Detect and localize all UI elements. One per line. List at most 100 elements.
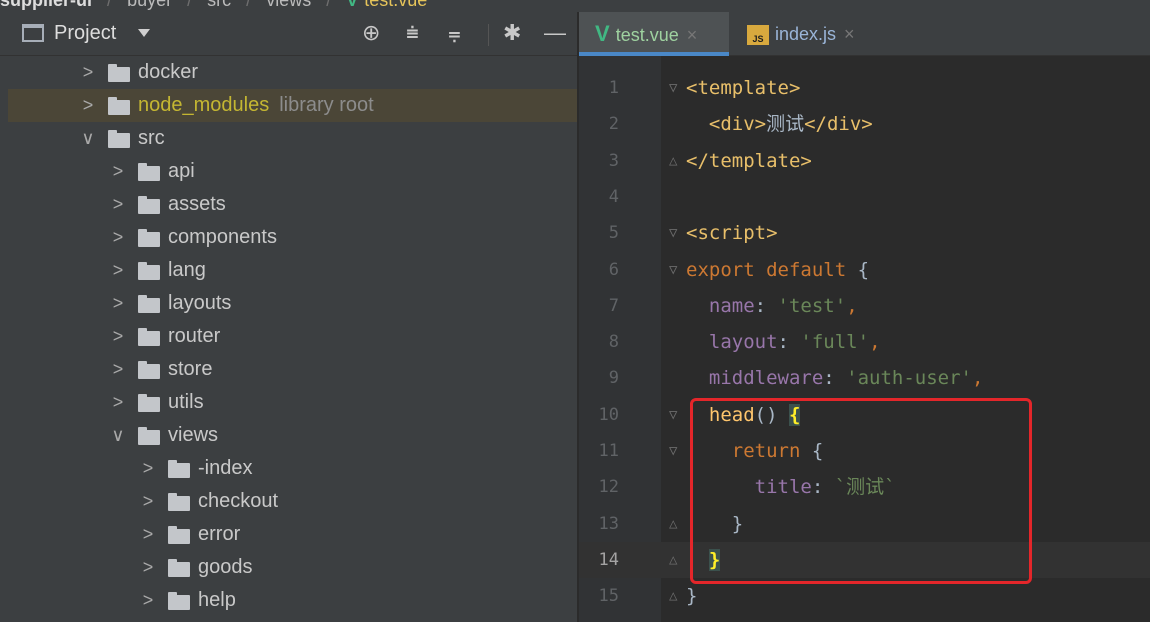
folder-icon (108, 130, 130, 148)
breadcrumb-item-project[interactable]: supplier-ui (0, 0, 92, 12)
code-token: , (972, 367, 984, 390)
folder-icon (108, 97, 130, 115)
editor-tabs: Vtest.vue × JS index.js × (579, 12, 1150, 56)
folder-icon (168, 559, 190, 577)
code-line[interactable]: 5 ▽ <script> (579, 215, 1150, 251)
breadcrumb-item-views[interactable]: views (266, 0, 311, 12)
fold-marker-icon[interactable]: ▽ (669, 215, 677, 251)
chevron-right-icon[interactable]: > (110, 386, 126, 419)
chevron-right-icon[interactable]: > (110, 254, 126, 287)
project-panel-title[interactable]: Project (54, 22, 116, 45)
fold-marker-icon[interactable]: ▽ (669, 433, 677, 469)
line-number: 13 (598, 513, 619, 534)
tree-item-api[interactable]: > api (0, 155, 577, 188)
tree-item-layouts[interactable]: > layouts (0, 287, 577, 320)
tree-item-checkout[interactable]: > checkout (0, 485, 577, 518)
fold-marker-icon[interactable]: ▽ (669, 70, 677, 106)
line-number: 9 (608, 368, 619, 389)
chevron-right-icon[interactable]: > (110, 287, 126, 320)
fold-marker-icon[interactable]: ▽ (669, 252, 677, 288)
fold-marker-icon[interactable]: △ (669, 578, 677, 614)
code-line[interactable]: 1 ▽ <template> (579, 70, 1150, 106)
tree-item--index[interactable]: > -index (0, 452, 577, 485)
tree-item-utils[interactable]: > utils (0, 386, 577, 419)
code-line[interactable]: 6 ▽ export default { (579, 252, 1150, 288)
project-tree: config >docker>node_moduleslibrary root∨… (0, 27, 577, 617)
locate-icon[interactable]: ⊕ (362, 22, 380, 44)
chevron-right-icon[interactable]: > (110, 221, 126, 254)
tree-item-label: checkout (198, 485, 278, 518)
fold-marker-icon[interactable]: △ (669, 143, 677, 179)
folder-icon (138, 361, 160, 379)
code-line[interactable]: 3 △ </template> (579, 143, 1150, 179)
chevron-right-icon[interactable]: > (140, 518, 156, 551)
tree-item-router[interactable]: > router (0, 320, 577, 353)
code-line[interactable]: 7 name: 'test', (579, 288, 1150, 324)
chevron-down-icon[interactable]: ∨ (80, 122, 96, 155)
tree-item-error[interactable]: > error (0, 518, 577, 551)
tree-item-lang[interactable]: > lang (0, 254, 577, 287)
chevron-right-icon[interactable]: > (140, 551, 156, 584)
code-token: name (708, 294, 755, 317)
code-token: { (857, 258, 870, 281)
chevron-right-icon[interactable]: > (110, 320, 126, 353)
fold-marker-icon[interactable]: △ (669, 506, 677, 542)
chevron-down-icon[interactable]: ∨ (110, 419, 126, 452)
tree-item-help[interactable]: > help (0, 584, 577, 617)
chevron-down-icon[interactable] (138, 29, 150, 37)
chevron-right-icon[interactable]: > (110, 353, 126, 386)
code-line[interactable]: 2 <div>测试</div> (579, 106, 1150, 142)
close-icon[interactable]: × (687, 25, 698, 45)
settings-icon[interactable]: ✱ (503, 22, 521, 44)
breadcrumb-item-file[interactable]: test.vue (364, 0, 427, 12)
tree-item-label: utils (168, 386, 204, 419)
collapse-all-icon[interactable]: ⩦ (448, 22, 461, 44)
code-token: 'test' (777, 294, 847, 317)
code-line[interactable]: 9 middleware: 'auth-user', (579, 360, 1150, 396)
chevron-right-icon[interactable]: > (140, 452, 156, 485)
chevron-right-icon[interactable]: > (110, 188, 126, 221)
chevron-right-icon[interactable]: > (80, 89, 96, 122)
tree-item-name: assets (168, 193, 226, 215)
tree-item-name: checkout (198, 490, 279, 512)
folder-icon (138, 262, 160, 280)
chevron-right-icon[interactable]: > (140, 584, 156, 617)
folder-icon (168, 460, 190, 478)
line-number: 4 (608, 186, 619, 207)
code-token: , (846, 294, 858, 317)
fold-marker-icon[interactable]: △ (669, 542, 677, 578)
chevron-right-icon[interactable]: > (80, 56, 96, 89)
breadcrumb-item-src[interactable]: src (207, 0, 231, 12)
project-panel: Project ⊕ ⩧ ⩦ ✱ — config >docker>node_mo… (0, 12, 578, 622)
tab-index-js[interactable]: JS index.js × (729, 12, 879, 56)
chevron-right-icon[interactable]: > (110, 155, 126, 188)
tree-item-components[interactable]: > components (0, 221, 577, 254)
code-token: 'full' (800, 331, 870, 354)
tree-item-assets[interactable]: > assets (0, 188, 577, 221)
tree-item-views[interactable]: ∨ views (0, 419, 577, 452)
line-number: 5 (608, 223, 619, 244)
expand-all-icon[interactable]: ⩧ (406, 22, 419, 44)
close-icon[interactable]: × (844, 24, 855, 44)
code-line[interactable]: 8 layout: 'full', (579, 324, 1150, 360)
library-root-hint: library root (279, 94, 374, 116)
vue-icon: V (595, 21, 610, 46)
tree-item-docker[interactable]: > docker (0, 56, 577, 89)
folder-icon (168, 592, 190, 610)
code-line[interactable]: 4 (579, 179, 1150, 215)
header-divider (488, 24, 489, 46)
tree-item-store[interactable]: > store (0, 353, 577, 386)
code-text: layout: 'full', (686, 324, 881, 360)
code-text: <div>测试</div> (686, 106, 873, 142)
minimize-icon[interactable]: — (544, 22, 566, 44)
tab-test-vue[interactable]: Vtest.vue × (579, 12, 729, 56)
tree-item-src[interactable]: ∨ src (0, 122, 577, 155)
code-token: 测试 (766, 113, 805, 136)
tree-item-goods[interactable]: > goods (0, 551, 577, 584)
chevron-right-icon[interactable]: > (140, 485, 156, 518)
fold-marker-icon[interactable]: ▽ (669, 397, 677, 433)
code-text: name: 'test', (686, 288, 858, 324)
breadcrumb-item-buyer[interactable]: buyer (127, 0, 172, 12)
tree-item-node-modules[interactable]: > node_modules library root (0, 89, 577, 122)
folder-icon (138, 427, 160, 445)
